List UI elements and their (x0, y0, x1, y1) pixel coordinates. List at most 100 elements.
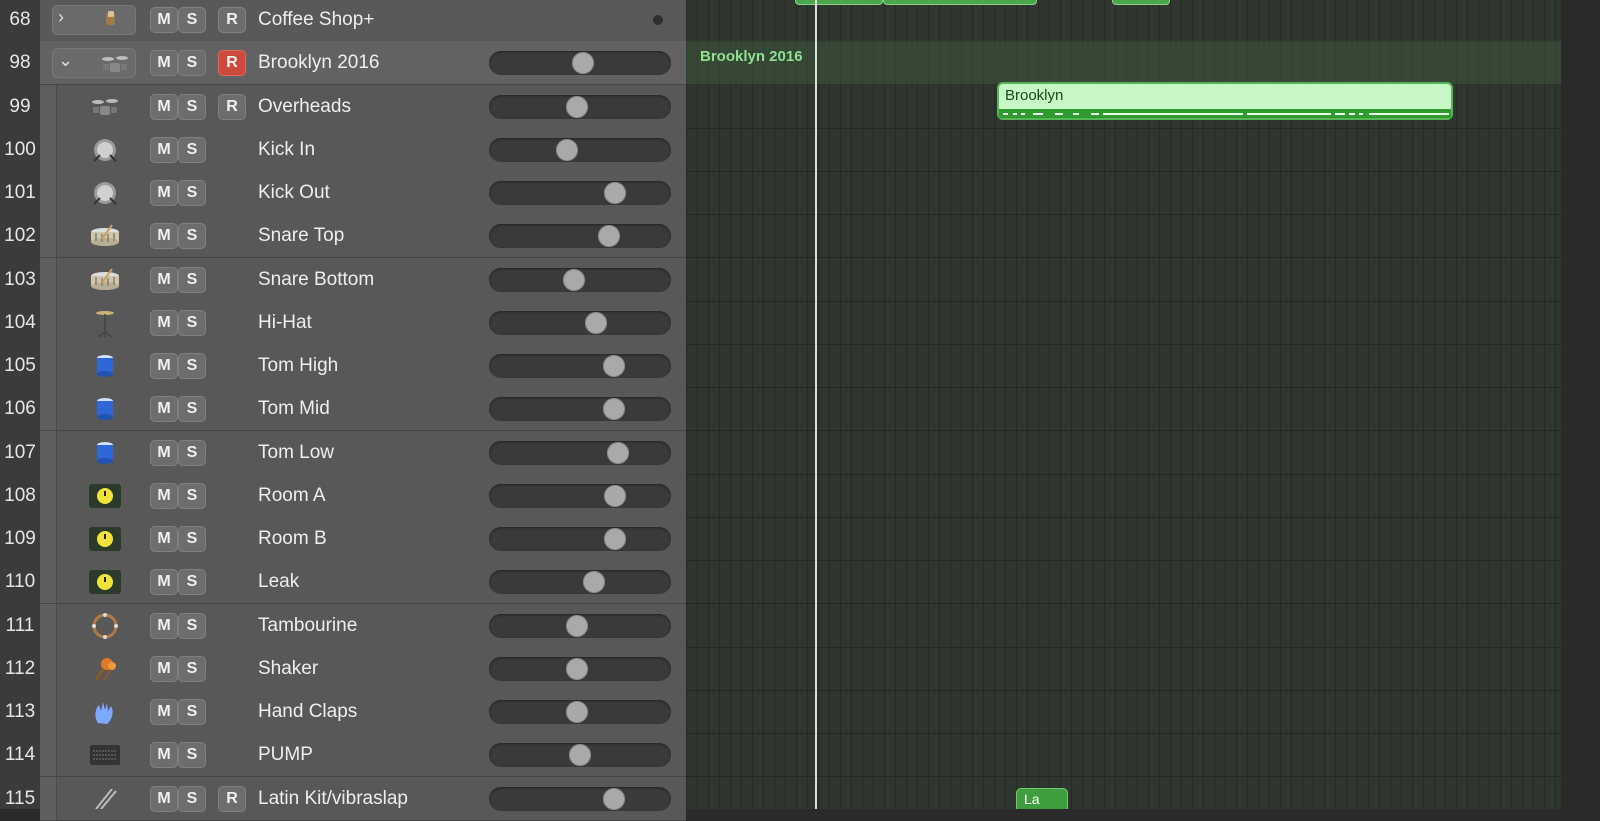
volume-knob[interactable] (566, 701, 588, 723)
track-header-101[interactable]: M S Kick Out (40, 171, 686, 215)
mute-button[interactable]: M (150, 526, 178, 552)
solo-button[interactable]: S (178, 223, 206, 249)
region-top-1[interactable] (795, 0, 883, 5)
record-enable-button[interactable]: R (218, 94, 246, 120)
track-name[interactable]: Kick In (258, 139, 315, 161)
track-header-112[interactable]: M S Shaker (40, 647, 686, 691)
solo-button[interactable]: S (178, 353, 206, 379)
snare-drum-icon[interactable] (88, 219, 122, 253)
solo-button[interactable]: S (178, 137, 206, 163)
mute-button[interactable]: M (150, 50, 178, 76)
track-header-115[interactable]: M S R Latin Kit/vibraslap (40, 777, 686, 821)
mute-button[interactable]: M (150, 353, 178, 379)
arrange-area[interactable]: Brooklyn 2016 Brooklyn La (686, 0, 1561, 809)
volume-knob[interactable] (572, 52, 594, 74)
volume-slider[interactable] (489, 700, 671, 724)
volume-slider[interactable] (489, 311, 671, 335)
volume-slider[interactable] (489, 268, 671, 292)
track-name[interactable]: Brooklyn 2016 (258, 52, 379, 74)
track-header-111[interactable]: M S Tambourine (40, 604, 686, 648)
region-top-2[interactable] (883, 0, 1037, 5)
track-lane-104[interactable] (686, 301, 1561, 345)
solo-button[interactable]: S (178, 7, 206, 33)
solo-button[interactable]: S (178, 699, 206, 725)
track-lane-102[interactable] (686, 214, 1561, 258)
audio-clock-icon[interactable] (88, 565, 122, 599)
la-region[interactable]: La (1016, 788, 1068, 809)
track-name[interactable]: Snare Top (258, 225, 344, 247)
track-header-108[interactable]: M S Room A (40, 474, 686, 518)
record-enable-button[interactable]: R (218, 786, 246, 812)
track-header-102[interactable]: M S Snare Top (40, 214, 686, 258)
volume-knob[interactable] (598, 225, 620, 247)
track-name[interactable]: Hand Claps (258, 701, 357, 723)
track-header-106[interactable]: M S Tom Mid (40, 387, 686, 431)
volume-knob[interactable] (583, 571, 605, 593)
track-header-68[interactable]: › M S R Coffee Shop+ (40, 0, 686, 42)
brooklyn-region[interactable]: Brooklyn (997, 82, 1453, 120)
volume-slider[interactable] (489, 138, 671, 162)
track-name[interactable]: Overheads (258, 96, 351, 118)
pump-module-icon[interactable] (88, 738, 122, 772)
mute-button[interactable]: M (150, 180, 178, 206)
track-header-110[interactable]: M S Leak (40, 560, 686, 604)
volume-knob[interactable] (556, 139, 578, 161)
track-lane-111[interactable] (686, 604, 1561, 648)
hi-hat-icon[interactable] (88, 306, 122, 340)
volume-knob[interactable] (604, 528, 626, 550)
record-enable-button[interactable]: R (218, 7, 246, 33)
mute-button[interactable]: M (150, 569, 178, 595)
track-header-109[interactable]: M S Room B (40, 517, 686, 561)
volume-slider[interactable] (489, 95, 671, 119)
mute-button[interactable]: M (150, 267, 178, 293)
tambourine-icon[interactable] (88, 609, 122, 643)
track-header-98[interactable]: ⌄ M S R Brooklyn 2016 (40, 41, 686, 85)
track-header-114[interactable]: M S PUMP (40, 733, 686, 777)
track-name[interactable]: Tom Low (258, 442, 334, 464)
audio-clock-icon[interactable] (88, 479, 122, 513)
track-header-100[interactable]: M S Kick In (40, 128, 686, 172)
track-name[interactable]: Tom Mid (258, 398, 330, 420)
mute-button[interactable]: M (150, 310, 178, 336)
track-lane-112[interactable] (686, 647, 1561, 691)
volume-slider[interactable] (489, 441, 671, 465)
volume-knob[interactable] (607, 442, 629, 464)
mute-button[interactable]: M (150, 483, 178, 509)
track-name[interactable]: Room A (258, 485, 326, 507)
volume-slider[interactable] (489, 614, 671, 638)
volume-slider[interactable] (489, 484, 671, 508)
track-name[interactable]: Kick Out (258, 182, 330, 204)
track-lane-98[interactable] (686, 41, 1561, 85)
volume-slider[interactable] (489, 181, 671, 205)
region-top-3[interactable] (1112, 0, 1170, 5)
track-name[interactable]: Tom High (258, 355, 338, 377)
volume-knob[interactable] (585, 312, 607, 334)
chevron-down-icon[interactable]: ⌄ (58, 50, 73, 71)
track-header-105[interactable]: M S Tom High (40, 344, 686, 388)
volume-knob[interactable] (603, 788, 625, 810)
track-lane-106[interactable] (686, 387, 1561, 431)
track-name[interactable]: Hi-Hat (258, 312, 312, 334)
volume-slider[interactable] (489, 570, 671, 594)
mute-button[interactable]: M (150, 699, 178, 725)
track-lane-113[interactable] (686, 690, 1561, 734)
volume-knob[interactable] (604, 485, 626, 507)
kick-drum-icon[interactable] (88, 133, 122, 167)
solo-button[interactable]: S (178, 656, 206, 682)
volume-knob[interactable] (566, 658, 588, 680)
track-lane-114[interactable] (686, 733, 1561, 777)
solo-button[interactable]: S (178, 742, 206, 768)
playhead[interactable] (815, 0, 817, 809)
solo-button[interactable]: S (178, 310, 206, 336)
track-lane-68[interactable] (686, 0, 1561, 42)
kick-drum-icon[interactable] (88, 176, 122, 210)
volume-knob[interactable] (603, 398, 625, 420)
track-header-104[interactable]: M S Hi-Hat (40, 301, 686, 345)
track-name[interactable]: Tambourine (258, 615, 357, 637)
track-lane-107[interactable] (686, 431, 1561, 475)
volume-knob[interactable] (603, 355, 625, 377)
volume-knob[interactable] (569, 744, 591, 766)
stack-disclosure-button[interactable]: ⌄ (52, 48, 136, 78)
track-name[interactable]: Leak (258, 571, 299, 593)
solo-button[interactable]: S (178, 267, 206, 293)
